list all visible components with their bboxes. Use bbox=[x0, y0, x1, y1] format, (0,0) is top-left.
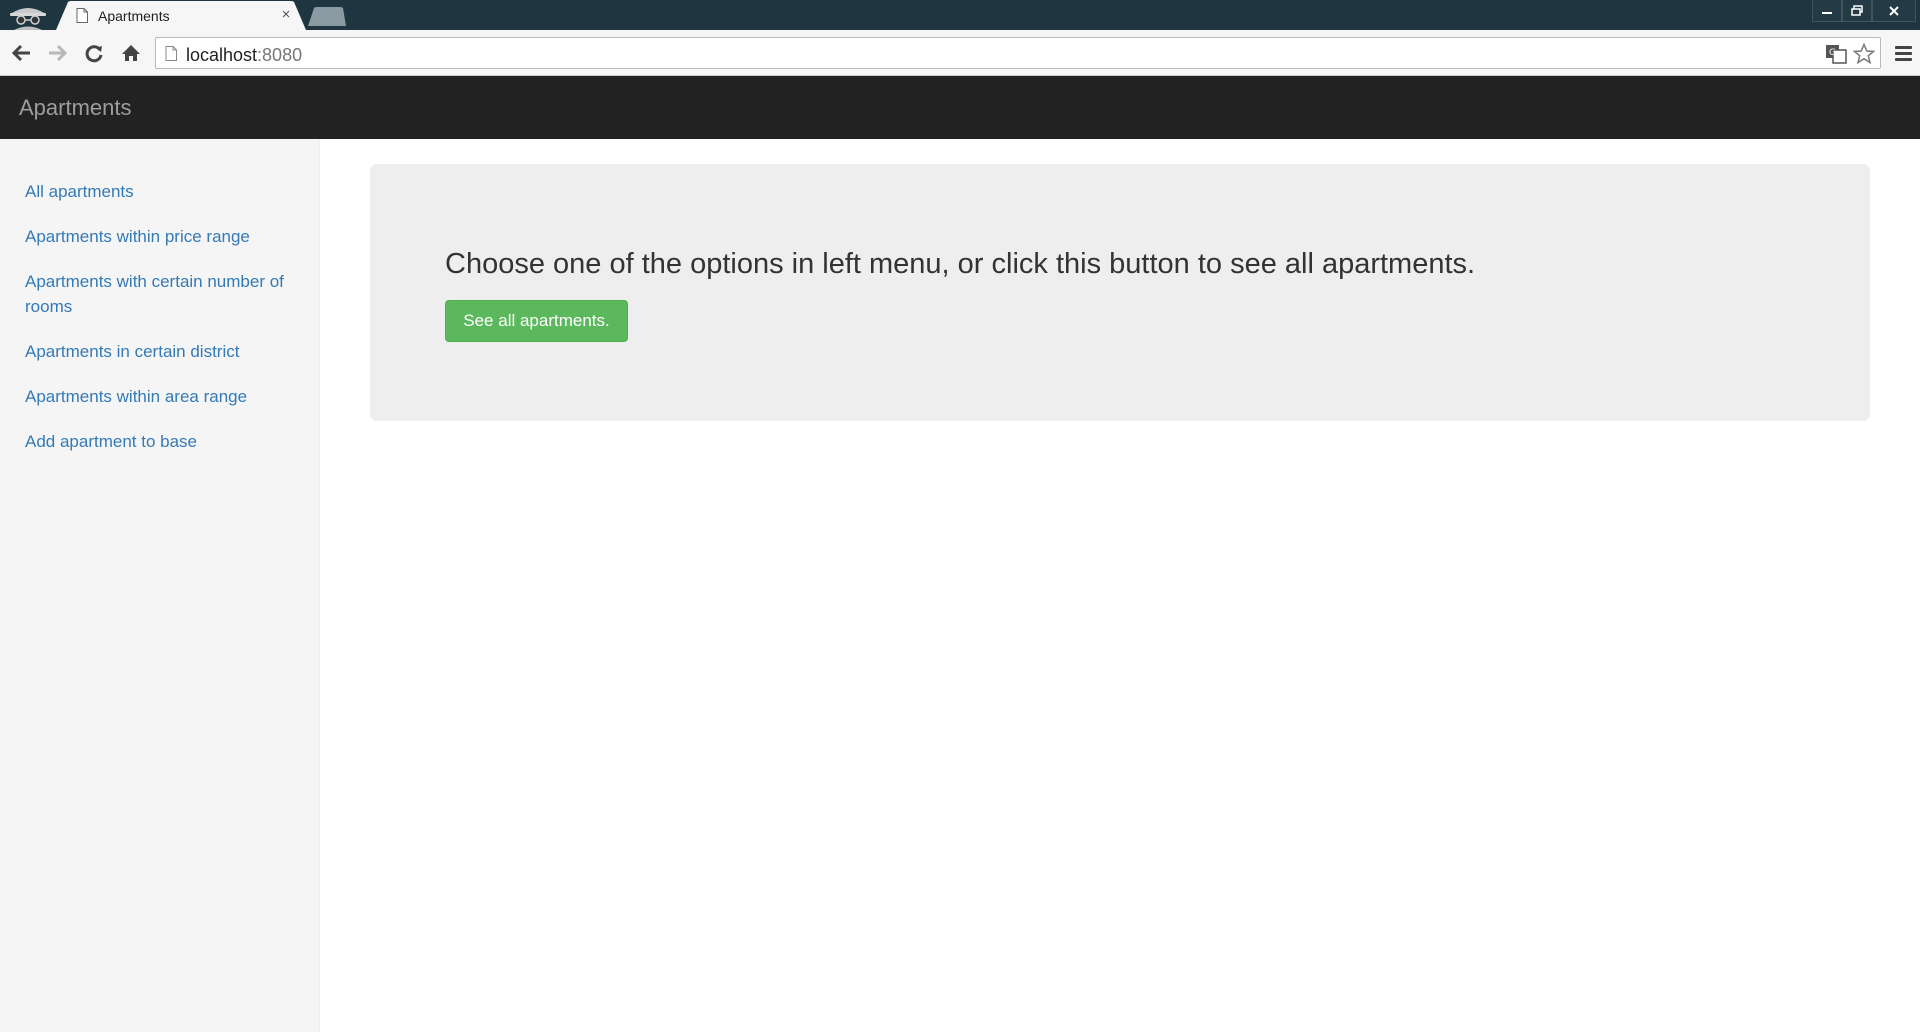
url-text: localhost:8080 bbox=[186, 45, 303, 65]
reload-icon[interactable] bbox=[80, 40, 108, 66]
sidebar-item-district: Apartments in certain district bbox=[0, 329, 319, 374]
sidebar-nav: All apartments Apartments within price r… bbox=[0, 139, 319, 464]
sidebar-link[interactable]: Apartments with certain number of rooms bbox=[25, 269, 294, 319]
page-icon bbox=[165, 46, 177, 61]
browser-toolbar: localhost:8080 G bbox=[0, 30, 1920, 76]
tab-title: Apartments bbox=[98, 8, 170, 24]
sidebar-link[interactable]: Apartments in certain district bbox=[25, 339, 294, 364]
sidebar-item-add-apartment: Add apartment to base bbox=[0, 419, 319, 464]
sidebar-item-all-apartments: All apartments bbox=[0, 169, 319, 214]
svg-text:G: G bbox=[1829, 48, 1836, 58]
sidebar-item-price-range: Apartments within price range bbox=[0, 214, 319, 259]
sidebar: All apartments Apartments within price r… bbox=[0, 139, 320, 1032]
top-navbar: Apartments bbox=[0, 76, 1920, 139]
incognito-icon bbox=[6, 1, 50, 30]
sidebar-item-rooms: Apartments with certain number of rooms bbox=[0, 259, 319, 329]
browser-tab-strip: Apartments × bbox=[0, 0, 1920, 30]
page-icon bbox=[76, 8, 88, 23]
sidebar-link[interactable]: Add apartment to base bbox=[25, 429, 294, 454]
sidebar-item-area-range: Apartments within area range bbox=[0, 374, 319, 419]
window-controls bbox=[1812, 0, 1916, 22]
star-icon[interactable] bbox=[1852, 42, 1876, 66]
minimize-icon[interactable] bbox=[1812, 0, 1842, 22]
new-tab-button[interactable] bbox=[306, 6, 348, 28]
back-icon[interactable] bbox=[8, 40, 36, 66]
forward-icon[interactable] bbox=[43, 40, 71, 66]
see-all-apartments-button[interactable]: See all apartments. bbox=[445, 300, 628, 342]
jumbotron: Choose one of the options in left menu, … bbox=[370, 164, 1870, 421]
home-icon[interactable] bbox=[117, 40, 145, 66]
intro-text: Choose one of the options in left menu, … bbox=[445, 248, 1476, 280]
restore-icon[interactable] bbox=[1842, 0, 1872, 22]
translate-icon[interactable]: G bbox=[1824, 42, 1848, 66]
tab-close-icon[interactable]: × bbox=[278, 7, 294, 23]
address-bar[interactable]: localhost:8080 G bbox=[155, 37, 1881, 69]
navbar-brand[interactable]: Apartments bbox=[19, 95, 132, 121]
sidebar-link[interactable]: All apartments bbox=[25, 179, 294, 204]
menu-icon[interactable] bbox=[1892, 42, 1914, 64]
browser-tab[interactable]: Apartments × bbox=[56, 1, 306, 30]
sidebar-link[interactable]: Apartments within area range bbox=[25, 384, 294, 409]
sidebar-link[interactable]: Apartments within price range bbox=[25, 224, 294, 249]
close-icon[interactable] bbox=[1872, 0, 1916, 22]
